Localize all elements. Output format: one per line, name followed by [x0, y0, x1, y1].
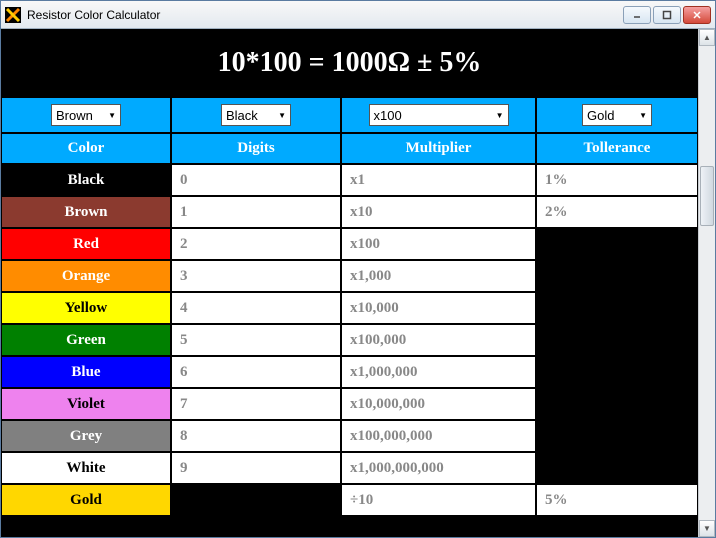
chevron-down-icon: ▼: [496, 111, 504, 120]
tolerance-cell: [536, 228, 698, 260]
app-icon: [5, 7, 21, 23]
multiplier-cell: x1,000: [341, 260, 536, 292]
tolerance-cell: [536, 452, 698, 484]
digit-cell: 9: [171, 452, 341, 484]
multiplier-cell: x1,000,000,000: [341, 452, 536, 484]
scroll-down-arrow[interactable]: ▼: [699, 520, 715, 537]
table-row: Violet7x10,000,000: [1, 388, 698, 420]
color-name-cell: Black: [1, 164, 171, 196]
maximize-button[interactable]: [653, 6, 681, 24]
color-name-cell: Red: [1, 228, 171, 260]
multiplier-cell: x10,000,000: [341, 388, 536, 420]
tolerance-cell: [536, 388, 698, 420]
table-row: Orange3x1,000: [1, 260, 698, 292]
color-name-cell: White: [1, 452, 171, 484]
color-name-cell: Orange: [1, 260, 171, 292]
header-multiplier: Multiplier: [341, 133, 536, 164]
band1-dropdown[interactable]: Brown ▼: [51, 104, 121, 126]
digit-cell: 4: [171, 292, 341, 324]
color-name-cell: Violet: [1, 388, 171, 420]
table-body: Black0x11%Brown1x102%Red2x100Orange3x1,0…: [1, 164, 698, 516]
tolerance-dropdown[interactable]: Gold ▼: [582, 104, 652, 126]
color-name-cell: Brown: [1, 196, 171, 228]
digit-cell: 2: [171, 228, 341, 260]
tolerance-cell: 5%: [536, 484, 698, 516]
chevron-down-icon: ▼: [639, 111, 647, 120]
band2-cell: Black ▼: [171, 97, 341, 133]
multiplier-cell: x100,000,000: [341, 420, 536, 452]
multiplier-dropdown[interactable]: x100 ▼: [369, 104, 509, 126]
table-row: Brown1x102%: [1, 196, 698, 228]
band2-dropdown[interactable]: Black ▼: [221, 104, 291, 126]
band2-value: Black: [226, 108, 258, 123]
scroll-thumb[interactable]: [700, 166, 714, 226]
chevron-down-icon: ▼: [278, 111, 286, 120]
tolerance-cell: 2%: [536, 196, 698, 228]
table-row: Blue6x1,000,000: [1, 356, 698, 388]
color-name-cell: Gold: [1, 484, 171, 516]
table-row: Yellow4x10,000: [1, 292, 698, 324]
multiplier-cell: x1,000,000: [341, 356, 536, 388]
multiplier-cell: x10,000: [341, 292, 536, 324]
table-row: Green5x100,000: [1, 324, 698, 356]
window-buttons: [623, 6, 711, 24]
digit-cell: 1: [171, 196, 341, 228]
header-digits: Digits: [171, 133, 341, 164]
table-row: Red2x100: [1, 228, 698, 260]
table-row: Black0x11%: [1, 164, 698, 196]
multiplier-cell: x100: [341, 228, 536, 260]
band1-value: Brown: [56, 108, 93, 123]
close-button[interactable]: [683, 6, 711, 24]
app-window: Resistor Color Calculator 10*100 = 1000Ω…: [0, 0, 716, 538]
scroll-track[interactable]: [699, 46, 715, 520]
multiplier-cell: ÷10: [341, 484, 536, 516]
tolerance-cell: [536, 260, 698, 292]
tolerance-cell: Gold ▼: [536, 97, 698, 133]
color-name-cell: Blue: [1, 356, 171, 388]
digit-cell: [171, 484, 341, 516]
multiplier-value: x100: [374, 108, 402, 123]
table-row: Grey8x100,000,000: [1, 420, 698, 452]
digit-cell: 8: [171, 420, 341, 452]
digit-cell: 3: [171, 260, 341, 292]
color-name-cell: Yellow: [1, 292, 171, 324]
color-name-cell: Grey: [1, 420, 171, 452]
minimize-button[interactable]: [623, 6, 651, 24]
multiplier-cell: x10: [341, 196, 536, 228]
band1-cell: Brown ▼: [1, 97, 171, 133]
header-color: Color: [1, 133, 171, 164]
table-row: White9x1,000,000,000: [1, 452, 698, 484]
digit-cell: 6: [171, 356, 341, 388]
table-header: Color Digits Multiplier Tollerance: [1, 133, 698, 164]
dropdown-row: Brown ▼ Black ▼ x100 ▼: [1, 97, 698, 133]
tolerance-cell: 1%: [536, 164, 698, 196]
digit-cell: 5: [171, 324, 341, 356]
window-title: Resistor Color Calculator: [27, 8, 623, 22]
tolerance-value: Gold: [587, 108, 614, 123]
chevron-down-icon: ▼: [108, 111, 116, 120]
header-tolerance: Tollerance: [536, 133, 698, 164]
result-display: 10*100 = 1000Ω ± 5%: [1, 29, 698, 97]
tolerance-cell: [536, 356, 698, 388]
multiplier-cell: x100 ▼: [341, 97, 536, 133]
client-area: 10*100 = 1000Ω ± 5% Brown ▼ Black ▼: [1, 29, 715, 537]
titlebar: Resistor Color Calculator: [1, 1, 715, 29]
tolerance-cell: [536, 420, 698, 452]
tolerance-cell: [536, 324, 698, 356]
table-row: Gold ÷105%: [1, 484, 698, 516]
multiplier-cell: x1: [341, 164, 536, 196]
scroll-up-arrow[interactable]: ▲: [699, 29, 715, 46]
color-name-cell: Green: [1, 324, 171, 356]
digit-cell: 7: [171, 388, 341, 420]
vertical-scrollbar[interactable]: ▲ ▼: [698, 29, 715, 537]
content: 10*100 = 1000Ω ± 5% Brown ▼ Black ▼: [1, 29, 698, 537]
tolerance-cell: [536, 292, 698, 324]
digit-cell: 0: [171, 164, 341, 196]
multiplier-cell: x100,000: [341, 324, 536, 356]
